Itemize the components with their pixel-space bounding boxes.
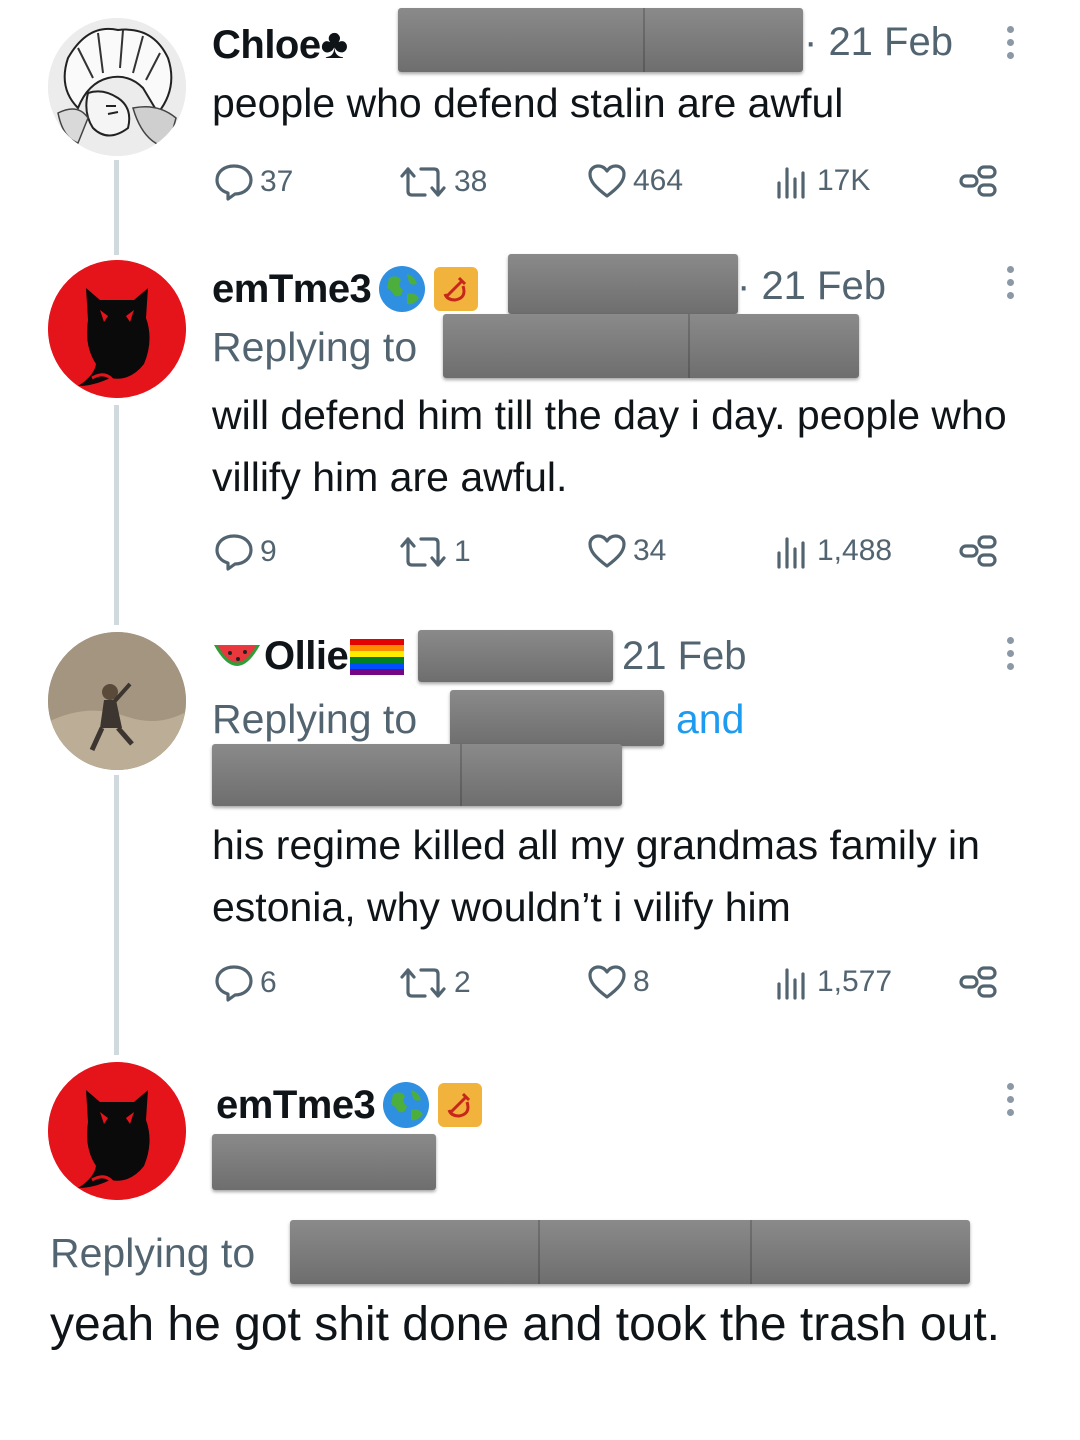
thread-line	[114, 405, 119, 625]
like-button[interactable]: 34	[587, 533, 666, 569]
reply-button[interactable]: 9	[214, 533, 277, 571]
replying-to-label: Replying to	[212, 696, 418, 742]
retweet-icon	[400, 968, 446, 998]
rainbow-flag-icon	[350, 638, 405, 675]
tweet-text: yeah he got shit done and took the trash…	[50, 1298, 1001, 1351]
date-text: 21 Feb	[828, 20, 953, 64]
watermelon-icon	[214, 644, 260, 666]
views-icon	[777, 167, 805, 199]
reply-count: 37	[260, 165, 294, 198]
reply-icon	[215, 164, 253, 201]
like-count: 8	[633, 965, 650, 998]
globe-icon	[383, 1082, 430, 1128]
redacted-reply-handle[interactable]	[450, 690, 664, 746]
date-text: 21 Feb	[622, 634, 747, 678]
tweet-text: his regime killed all my grandmas family…	[212, 822, 980, 930]
views-button[interactable]: 1,488	[775, 533, 892, 569]
globe-icon	[379, 266, 426, 312]
avatar-photo-image	[48, 632, 186, 770]
tweet-date[interactable]: 21 Feb	[622, 634, 747, 679]
redacted-handle	[418, 630, 613, 682]
views-count: 1,577	[817, 965, 893, 998]
reply-count: 6	[260, 966, 277, 999]
reply-button[interactable]: 37	[214, 163, 293, 201]
club-suit-icon: ♣	[320, 20, 349, 67]
share-button[interactable]	[958, 533, 998, 569]
retweet-button[interactable]: 38	[398, 163, 487, 201]
owl-avatar-icon	[48, 260, 186, 398]
and-others-link[interactable]: and	[676, 696, 744, 743]
like-button[interactable]: 464	[587, 163, 683, 199]
avatar-manga-image	[48, 18, 186, 156]
display-name-text: Ollie	[264, 634, 349, 678]
avatar[interactable]	[48, 1062, 186, 1200]
more-options-button[interactable]	[1004, 637, 1016, 677]
hammer-sickle-icon	[438, 1083, 483, 1127]
more-options-button[interactable]	[1004, 26, 1016, 66]
display-name-text: emTme3	[212, 266, 372, 311]
display-name[interactable]: emTme3	[212, 264, 479, 314]
date-text: 21 Feb	[761, 264, 886, 308]
display-name[interactable]: Ollie	[212, 634, 405, 679]
retweet-count: 38	[454, 165, 488, 198]
retweet-button[interactable]: 2	[398, 964, 471, 1002]
heart-icon	[588, 164, 626, 198]
share-icon	[959, 966, 997, 998]
avatar[interactable]	[48, 260, 186, 398]
thread-line	[114, 160, 119, 255]
reply-icon	[215, 534, 253, 571]
like-count: 464	[633, 164, 684, 197]
share-button[interactable]	[958, 964, 998, 1000]
avatar[interactable]	[48, 18, 186, 156]
like-button[interactable]: 8	[587, 964, 650, 1000]
thread-line	[114, 775, 119, 1055]
share-icon	[959, 535, 997, 567]
like-count: 34	[633, 534, 667, 567]
views-count: 17K	[817, 164, 871, 197]
tweet-date[interactable]: · 21 Feb	[737, 264, 886, 309]
redacted-reply-handle[interactable]	[290, 1220, 970, 1284]
display-name[interactable]: Chloe♣	[212, 20, 348, 68]
heart-icon	[588, 965, 626, 999]
views-icon	[777, 968, 805, 1000]
replying-to-label: Replying to	[212, 324, 418, 370]
share-icon	[959, 165, 997, 197]
display-name[interactable]: emTme3	[216, 1080, 483, 1130]
owl-avatar-icon	[48, 1062, 186, 1200]
reply-count: 9	[260, 535, 277, 568]
retweet-icon	[400, 167, 446, 197]
more-options-button[interactable]	[1004, 266, 1016, 306]
redacted-reply-handle[interactable]	[212, 744, 622, 806]
retweet-count: 2	[454, 966, 471, 999]
avatar[interactable]	[48, 632, 186, 770]
display-name-text: emTme3	[216, 1082, 376, 1127]
views-button[interactable]: 17K	[775, 163, 870, 199]
views-icon	[777, 537, 805, 569]
more-options-button[interactable]	[1004, 1083, 1016, 1123]
redacted-handle	[508, 254, 738, 314]
reply-button[interactable]: 6	[214, 964, 277, 1002]
redacted-handle	[398, 8, 803, 72]
views-count: 1,488	[817, 534, 893, 567]
replying-to-label: Replying to	[50, 1230, 256, 1276]
redacted-reply-handle[interactable]	[443, 314, 859, 378]
reply-icon	[215, 965, 253, 1002]
views-button[interactable]: 1,577	[775, 964, 892, 1000]
tweet-text: people who defend stalin are awful	[212, 80, 844, 126]
tweet-text: will defend him till the day i day. peop…	[212, 392, 1007, 500]
retweet-icon	[400, 537, 446, 567]
display-name-text: Chloe	[212, 23, 321, 67]
share-button[interactable]	[958, 163, 998, 199]
retweet-count: 1	[454, 535, 471, 568]
redacted-handle	[212, 1134, 436, 1190]
heart-icon	[588, 534, 626, 568]
hammer-sickle-icon	[434, 267, 479, 311]
tweet-date[interactable]: · 21 Feb	[804, 20, 953, 65]
retweet-button[interactable]: 1	[398, 533, 471, 571]
